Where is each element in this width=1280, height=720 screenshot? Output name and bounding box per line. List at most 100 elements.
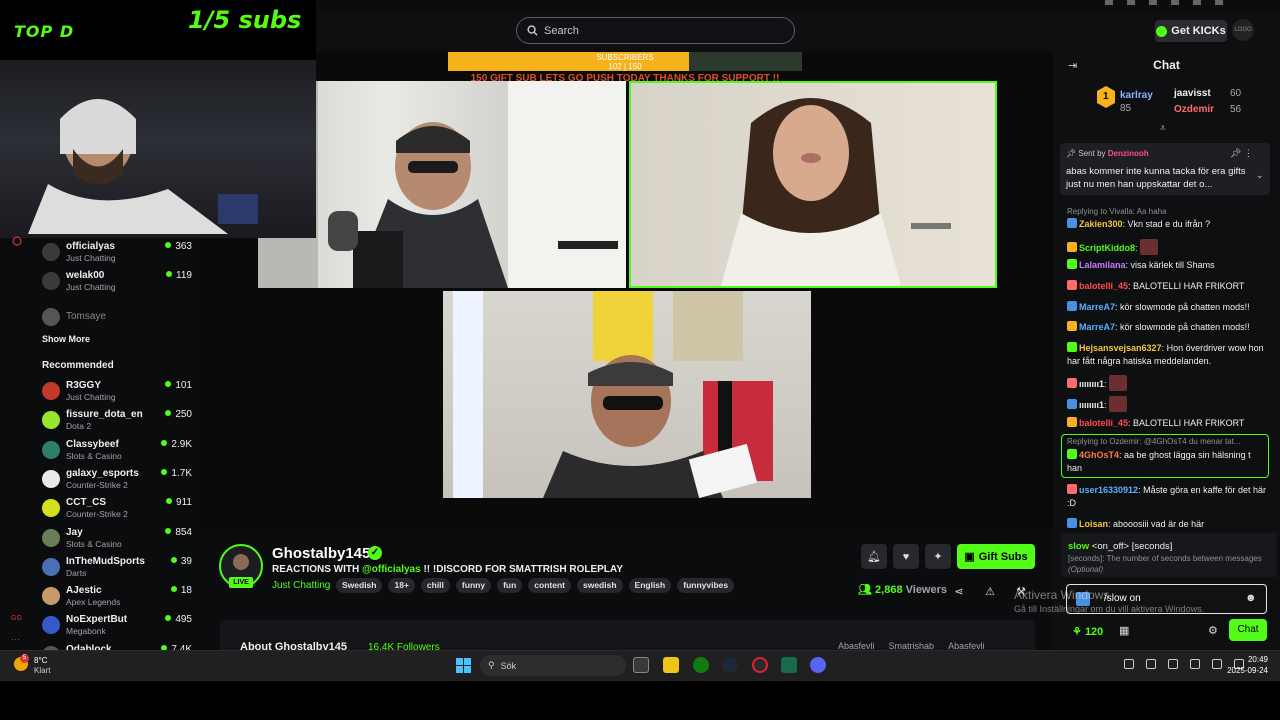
collapse-chat-icon[interactable]: ⇥: [1068, 59, 1077, 72]
expand-icon[interactable]: ⩡: [1160, 123, 1166, 134]
leaderboard-name-3[interactable]: Ozdemir: [1174, 104, 1214, 115]
sidebar-item-jay[interactable]: Jay Slots & Casino 854: [42, 527, 192, 555]
chat-reply-context[interactable]: Replying to Ozdemir: @4GhOsT4 du menar t…: [1067, 437, 1263, 446]
taskbar-clock[interactable]: 20:49: [1222, 655, 1268, 664]
taskbar-date[interactable]: 2025-09-24: [1218, 666, 1268, 675]
chat-username[interactable]: Zakien300: [1079, 219, 1123, 229]
subscriber-goal-label: SUBSCRIBERS 102 | 150: [448, 53, 802, 71]
chat-username[interactable]: ıııııııı1: [1079, 379, 1104, 389]
stream-title-mention[interactable]: @officialyas: [362, 564, 421, 575]
sidebar-item-welak00[interactable]: welak00 Just Chatting 119: [42, 270, 192, 298]
stream-tag[interactable]: funnyvibes: [677, 578, 735, 593]
sidebar-item-viewers: 1.7K: [161, 468, 192, 479]
window-control-icon[interactable]: [1215, 0, 1223, 5]
weather-badge: 5: [20, 654, 29, 663]
leaderboard-name-1[interactable]: karlray: [1120, 90, 1153, 101]
chat-username[interactable]: MarreA7: [1079, 322, 1115, 332]
report-button[interactable]: ⚠: [977, 579, 1003, 604]
send-chat-button[interactable]: Chat: [1229, 619, 1267, 641]
chat-username[interactable]: Hejsansvejsan6327: [1079, 343, 1162, 353]
store-icon[interactable]: ▦: [1119, 624, 1129, 637]
discord-icon[interactable]: [810, 657, 826, 673]
chat-username[interactable]: user16330912: [1079, 485, 1138, 495]
chat-text: kör slowmode på chatten mods!!: [1120, 302, 1250, 312]
chat-badge-icon: [1067, 518, 1077, 528]
window-control-icon[interactable]: [1171, 0, 1179, 5]
chat-title: Chat: [1153, 58, 1180, 72]
emoji-icon[interactable]: ☻: [1245, 592, 1257, 604]
window-control-icon[interactable]: [1149, 0, 1157, 5]
app-icon[interactable]: [781, 657, 797, 673]
chat-username[interactable]: balotelli_45: [1079, 418, 1128, 428]
sidebar-item-viewers: 854: [165, 527, 192, 538]
stream-tag[interactable]: funny: [455, 578, 492, 593]
sidebar-item-inthemudsports[interactable]: InTheMudSports Darts 39: [42, 556, 192, 584]
steam-icon[interactable]: [722, 657, 738, 673]
stream-tag[interactable]: chill: [420, 578, 450, 593]
notification-bell-button[interactable]: 🔔︎: [861, 544, 887, 569]
follow-button[interactable]: ♥: [893, 544, 919, 569]
tray-chevron-icon[interactable]: [1124, 659, 1134, 669]
microphone-icon[interactable]: [1190, 659, 1200, 669]
chat-badge-icon: [1067, 242, 1077, 252]
opera-icon[interactable]: [752, 657, 768, 673]
share-button[interactable]: ⋖: [946, 579, 972, 604]
pinned-sender-name[interactable]: Denzinooh: [1108, 149, 1149, 158]
streamer-camera-overlay: TOP D 1/5 subs: [0, 0, 316, 238]
file-explorer-icon[interactable]: [663, 657, 679, 673]
sidebar-item-cct-cs[interactable]: CCT_CS Counter-Strike 2 911: [42, 497, 192, 525]
stream-category-link[interactable]: Just Chatting: [272, 580, 330, 591]
chat-reply-context[interactable]: Replying to Vivalla: Aa haha: [1067, 207, 1263, 216]
chat-message: Loisan: abooosiii vad är de här: [1067, 518, 1267, 531]
streamer-name[interactable]: Ghostalby145: [272, 545, 370, 562]
chat-username[interactable]: 4GhOsT4: [1079, 450, 1119, 460]
sidebar-item-r3ggy[interactable]: R3GGY Just Chatting 101: [42, 380, 192, 408]
sidebar-item-tomsaye[interactable]: Tomsaye: [42, 306, 192, 334]
taskbar-search[interactable]: ⚲ Sök: [480, 655, 626, 676]
sidebar-item-galaxy-esports[interactable]: galaxy_esports Counter-Strike 2 1.7K: [42, 468, 192, 496]
chat-username[interactable]: ıııııııı1: [1079, 400, 1104, 410]
user-avatar[interactable]: LOGO: [1232, 19, 1254, 41]
pin-icon[interactable]: 📌︎ ⋮: [1230, 148, 1253, 159]
chat-username[interactable]: ScriptKiddo8: [1079, 243, 1135, 253]
sidebar-item-noexpertbut[interactable]: NoExpertBut Megabonk 495: [42, 614, 192, 642]
search-input[interactable]: Search: [516, 17, 795, 44]
window-control-icon[interactable]: [1193, 0, 1201, 5]
wifi-icon[interactable]: [1168, 659, 1178, 669]
viewer-count-value: 2,868: [875, 584, 903, 596]
chat-message: ıııııııı1:: [1067, 396, 1267, 412]
chat-username[interactable]: balotelli_45: [1079, 281, 1128, 291]
sidebar-item-classybeef[interactable]: Classybeef Slots & Casino 2.9K: [42, 439, 192, 467]
stream-tag[interactable]: Swedish: [336, 578, 383, 593]
chat-username[interactable]: MarreA7: [1079, 302, 1115, 312]
stream-tag[interactable]: content: [528, 578, 571, 593]
stream-tag[interactable]: fun: [497, 578, 523, 593]
search-placeholder: Search: [544, 24, 579, 37]
xbox-icon[interactable]: [693, 657, 709, 673]
window-control-icon[interactable]: [1105, 0, 1113, 5]
chat-username[interactable]: Loisan: [1079, 519, 1108, 529]
gear-icon[interactable]: ⚙: [1208, 624, 1218, 637]
network-icon[interactable]: [1146, 659, 1156, 669]
channel-points[interactable]: ⚘ 120: [1072, 625, 1103, 638]
sidebar-item-ajestic[interactable]: AJestic Apex Legends 18: [42, 585, 192, 613]
sidebar-item-officialyas[interactable]: officialyas Just Chatting 363: [42, 241, 192, 269]
show-more-button[interactable]: Show More: [42, 334, 90, 344]
screen: Search Get KICKs LOGO SUBSCRIBERS 102 | 1…: [0, 0, 1280, 681]
chat-message: Hejsansvejsan6327: Hon överdriver wow ho…: [1067, 342, 1267, 368]
window-control-icon[interactable]: [1127, 0, 1135, 5]
stream-tag[interactable]: swedish: [576, 578, 623, 593]
get-kicks-button[interactable]: Get KICKs: [1155, 20, 1227, 42]
command-suggestion-desc: [seconds]: The number of seconds between…: [1068, 553, 1268, 575]
windows-start-icon[interactable]: [456, 658, 471, 673]
leaderboard-name-2[interactable]: jaavisst: [1174, 88, 1211, 99]
chevron-down-icon[interactable]: ⌄: [1256, 170, 1264, 181]
stream-tag[interactable]: English: [628, 578, 672, 593]
chat-username[interactable]: Lalamilana: [1079, 260, 1126, 270]
sidebar-item-fissure-dota-en[interactable]: fissure_dota_en Dota 2 250: [42, 409, 192, 437]
task-view-icon[interactable]: [633, 657, 649, 673]
stream-tag[interactable]: 18+: [388, 578, 415, 593]
stream-title-prefix: REACTIONS WITH: [272, 564, 362, 575]
gift-subs-button[interactable]: ▣ Gift Subs: [957, 544, 1035, 569]
sparkle-button[interactable]: ✦: [925, 544, 951, 569]
